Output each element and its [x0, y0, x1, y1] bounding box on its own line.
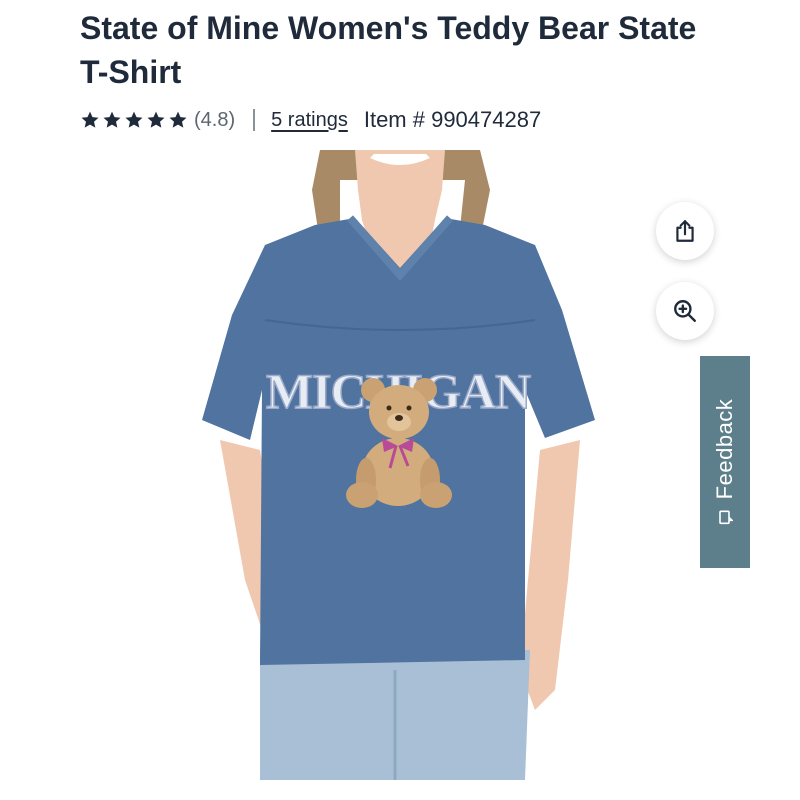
share-icon — [676, 220, 694, 242]
star-icon — [125, 111, 143, 128]
feedback-icon — [719, 510, 733, 525]
item-number: Item # 990474287 — [363, 107, 542, 132]
zoom-in-icon — [674, 300, 696, 322]
divider — [253, 109, 256, 131]
feedback-tab[interactable]: Feedback — [700, 356, 750, 568]
zoom-button[interactable] — [656, 282, 714, 340]
rating-row: (4.8) 5 ratings Item # 990474287 — [80, 102, 541, 138]
feedback-label: Feedback — [712, 398, 737, 500]
product-image[interactable]: MICHIGAN — [190, 150, 610, 780]
ratings-link[interactable]: 5 ratings — [271, 109, 348, 132]
star-icon — [169, 111, 187, 128]
star-icon — [81, 111, 99, 128]
star-rating — [80, 110, 188, 130]
star-icon — [103, 111, 121, 128]
rating-value: (4.8) — [194, 108, 236, 131]
share-button[interactable] — [656, 202, 714, 260]
product-title: State of Mine Women's Teddy Bear State T… — [80, 10, 697, 90]
star-icon — [147, 111, 165, 128]
